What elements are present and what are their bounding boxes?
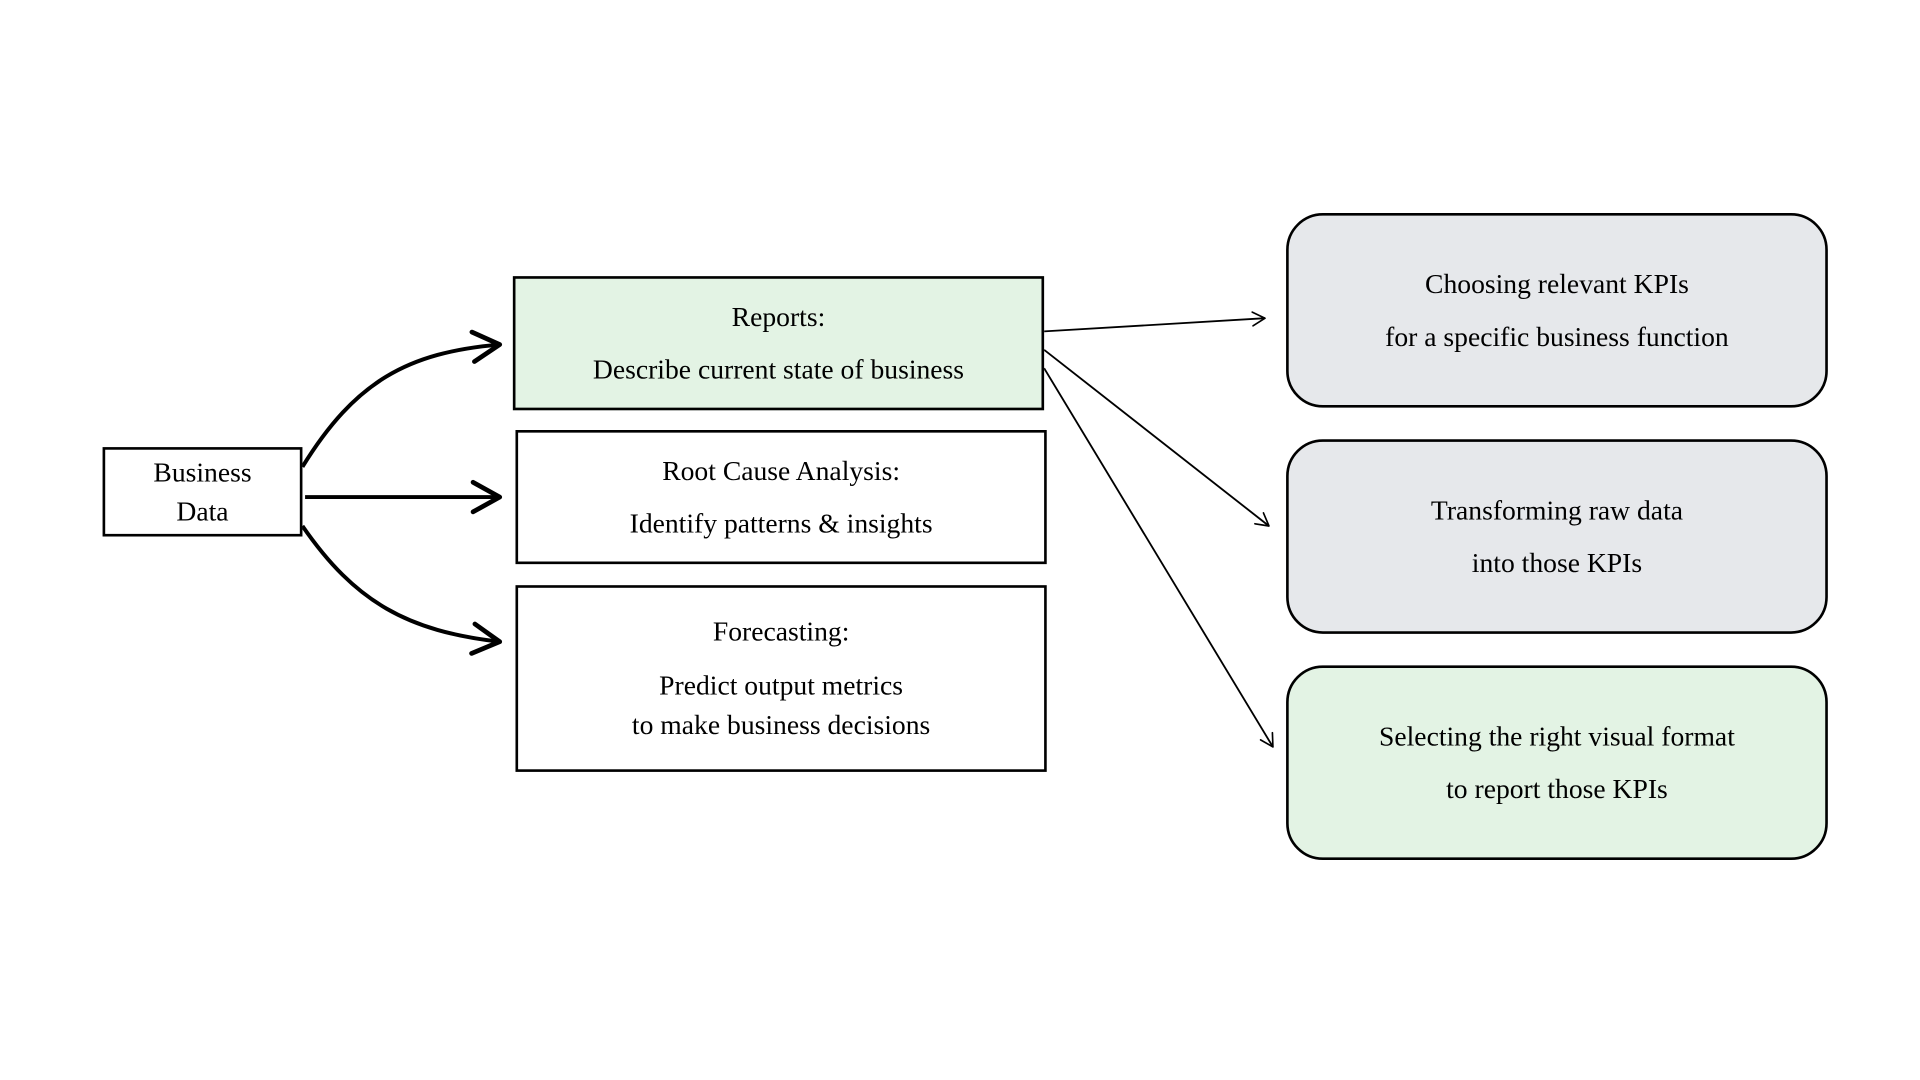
node-kpi-transform: Transforming raw data into those KPIs (1286, 439, 1828, 634)
root-cause-desc: Identify patterns & insights (630, 504, 933, 544)
root-cause-title: Root Cause Analysis: (662, 450, 900, 490)
kpi-visual-line1: Selecting the right visual format (1379, 716, 1735, 756)
node-business-data: Business Data (103, 447, 303, 536)
node-kpi-visual: Selecting the right visual format to rep… (1286, 665, 1828, 860)
node-kpi-choose: Choosing relevant KPIs for a specific bu… (1286, 213, 1828, 408)
kpi-choose-line2: for a specific business function (1385, 317, 1729, 357)
node-reports: Reports: Describe current state of busin… (513, 276, 1044, 410)
forecasting-title: Forecasting: (713, 612, 850, 652)
business-data-line2: Data (176, 492, 228, 532)
kpi-choose-line1: Choosing relevant KPIs (1425, 264, 1689, 304)
reports-desc: Describe current state of business (593, 350, 964, 390)
business-data-line1: Business (153, 452, 251, 492)
node-forecasting: Forecasting: Predict output metrics to m… (515, 585, 1046, 772)
forecasting-desc1: Predict output metrics (659, 665, 903, 705)
kpi-visual-line2: to report those KPIs (1446, 769, 1668, 809)
reports-title: Reports: (732, 297, 826, 337)
diagram-canvas: Business Data Reports: Describe current … (0, 0, 1920, 1080)
forecasting-desc2: to make business decisions (632, 705, 930, 745)
kpi-transform-line2: into those KPIs (1472, 543, 1642, 583)
node-root-cause: Root Cause Analysis: Identify patterns &… (515, 430, 1046, 564)
kpi-transform-line1: Transforming raw data (1431, 490, 1683, 530)
